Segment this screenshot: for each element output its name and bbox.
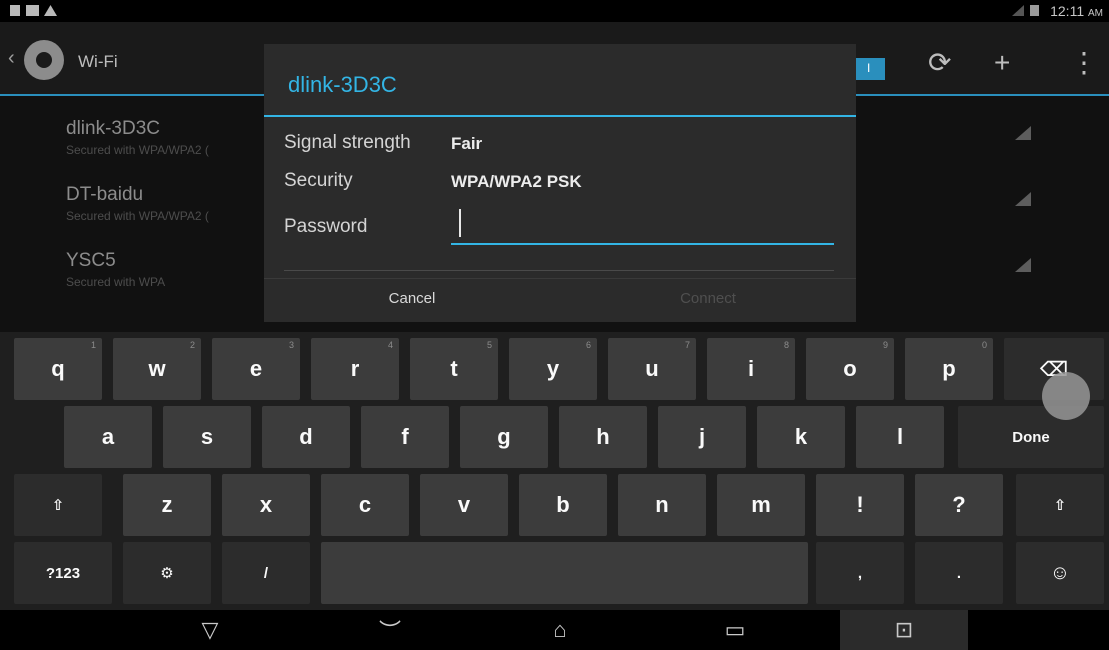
- key-n[interactable]: n: [618, 474, 706, 536]
- warning-icon: [44, 5, 57, 16]
- wifi-name: YSC5: [66, 250, 116, 271]
- dialog-title-divider: [264, 115, 856, 117]
- key-j[interactable]: j: [658, 406, 746, 468]
- shift-icon: ⇧: [1053, 497, 1067, 514]
- connect-button[interactable]: Connect: [560, 279, 856, 323]
- signal-icon: [1012, 5, 1024, 16]
- nav-home-icon[interactable]: ⌂: [530, 610, 590, 650]
- key-l[interactable]: l: [856, 406, 944, 468]
- touch-indicator: [1042, 372, 1090, 420]
- key-i[interactable]: i8: [707, 338, 795, 400]
- done-key[interactable]: Done: [958, 406, 1104, 468]
- key-period[interactable]: .: [915, 542, 1003, 604]
- key-exclamation[interactable]: !: [816, 474, 904, 536]
- text-caret: [459, 209, 461, 237]
- wifi-name: DT-baidu: [66, 184, 144, 205]
- lock-icon: [10, 5, 20, 16]
- add-network-icon[interactable]: +: [994, 48, 1010, 78]
- key-y[interactable]: y6: [509, 338, 597, 400]
- key-r[interactable]: r4: [311, 338, 399, 400]
- status-bar: 12:11 AM: [0, 0, 1109, 22]
- key-comma[interactable]: ,: [816, 542, 904, 604]
- key-q[interactable]: q1: [14, 338, 102, 400]
- key-b[interactable]: b: [519, 474, 607, 536]
- key-c[interactable]: c: [321, 474, 409, 536]
- screenshot-icon[interactable]: ⊡: [840, 610, 968, 650]
- password-input[interactable]: [463, 207, 823, 241]
- key-o[interactable]: o9: [806, 338, 894, 400]
- wifi-signal-icon: [1015, 192, 1031, 206]
- key-question[interactable]: ?: [915, 474, 1003, 536]
- key-slash[interactable]: /: [222, 542, 310, 604]
- wifi-security: Secured with WPA/WPA2 (: [66, 143, 209, 157]
- settings-sliders-icon: ⚙: [160, 565, 174, 582]
- key-z[interactable]: z: [123, 474, 211, 536]
- navigation-bar: ▽ ︶ ⌂ ▭ ⊡: [0, 610, 1109, 650]
- signal-strength-value: Fair: [451, 134, 483, 153]
- wifi-toggle[interactable]: I: [855, 58, 885, 80]
- key-x[interactable]: x: [222, 474, 310, 536]
- settings-gear-icon[interactable]: [24, 40, 64, 80]
- page-title: Wi-Fi: [78, 52, 118, 71]
- key-u[interactable]: u7: [608, 338, 696, 400]
- password-label: Password: [284, 216, 368, 237]
- status-time: 12:11 AM: [1050, 3, 1103, 19]
- security-value: WPA/WPA2 PSK: [451, 172, 582, 191]
- key-t[interactable]: t5: [410, 338, 498, 400]
- shift-key-right[interactable]: ⇧: [1016, 474, 1104, 536]
- key-f[interactable]: f: [361, 406, 449, 468]
- battery-icon: [1030, 5, 1039, 16]
- key-k[interactable]: k: [757, 406, 845, 468]
- symbols-key[interactable]: ?123: [14, 542, 112, 604]
- dialog-button-row: Cancel Connect: [264, 278, 856, 322]
- back-chevron-icon[interactable]: ‹: [8, 47, 15, 70]
- keyboard-settings-key[interactable]: ⚙: [123, 542, 211, 604]
- key-e[interactable]: e3: [212, 338, 300, 400]
- key-a[interactable]: a: [64, 406, 152, 468]
- shift-icon: ⇧: [51, 497, 65, 514]
- key-p[interactable]: p0: [905, 338, 993, 400]
- refresh-icon[interactable]: ⟳: [928, 48, 951, 78]
- key-w[interactable]: w2: [113, 338, 201, 400]
- key-s[interactable]: s: [163, 406, 251, 468]
- wifi-name: dlink-3D3C: [66, 118, 160, 139]
- shift-key-left[interactable]: ⇧: [14, 474, 102, 536]
- security-label: Security: [284, 170, 353, 191]
- image-icon: [26, 5, 39, 16]
- hide-keyboard-icon[interactable]: ▽: [180, 610, 240, 650]
- nav-back-icon[interactable]: ︶: [360, 610, 420, 650]
- key-m[interactable]: m: [717, 474, 805, 536]
- key-h[interactable]: h: [559, 406, 647, 468]
- signal-strength-label: Signal strength: [284, 132, 411, 153]
- space-key[interactable]: [321, 542, 808, 604]
- wifi-signal-icon: [1015, 258, 1031, 272]
- wifi-connect-dialog: dlink-3D3C Signal strength Fair Security…: [264, 44, 856, 322]
- wifi-security: Secured with WPA/WPA2 (: [66, 209, 209, 223]
- overflow-menu-icon[interactable]: ⋮: [1070, 48, 1098, 78]
- dialog-title: dlink-3D3C: [288, 72, 397, 97]
- cancel-button[interactable]: Cancel: [264, 279, 560, 323]
- key-g[interactable]: g: [460, 406, 548, 468]
- dialog-content-divider: [284, 270, 834, 271]
- wifi-security: Secured with WPA: [66, 275, 166, 289]
- password-field[interactable]: [451, 207, 834, 245]
- emoji-key[interactable]: ☺: [1016, 542, 1104, 604]
- wifi-signal-icon: [1015, 126, 1031, 140]
- emoji-icon: ☺: [1049, 561, 1071, 584]
- nav-recents-icon[interactable]: ▭: [705, 610, 765, 650]
- key-d[interactable]: d: [262, 406, 350, 468]
- key-v[interactable]: v: [420, 474, 508, 536]
- soft-keyboard: q1 w2 e3 r4 t5 y6 u7 i8 o9 p0 ⌫ a s d f …: [0, 332, 1109, 610]
